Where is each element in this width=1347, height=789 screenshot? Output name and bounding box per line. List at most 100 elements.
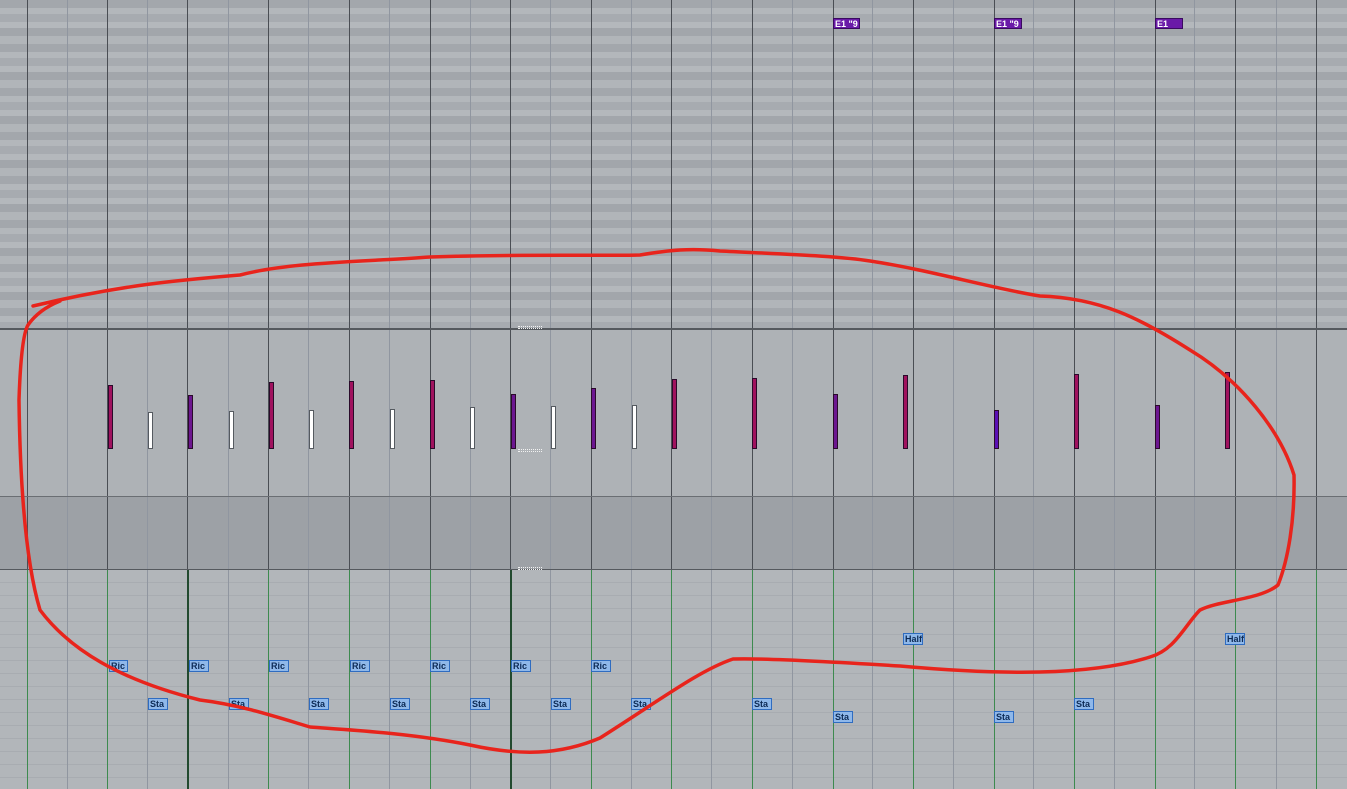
velocity-bar[interactable] (632, 405, 637, 449)
beat-grid-line (1033, 570, 1034, 789)
beat-grid-line (792, 453, 793, 496)
note-block[interactable]: E1 "9 (833, 18, 860, 29)
articulation-block[interactable]: Sta (1074, 698, 1094, 710)
velocity-bar[interactable] (470, 407, 475, 449)
beat-grid-line (711, 453, 712, 496)
beat-grid-line (711, 330, 712, 453)
note-block[interactable]: E1 "9 (994, 18, 1022, 29)
articulation-block[interactable]: Ric (591, 660, 611, 672)
beat-grid-line (470, 0, 471, 328)
beat-grid-line (711, 570, 712, 789)
velocity-bar[interactable] (430, 380, 435, 449)
articulation-block[interactable]: Ric (430, 660, 450, 672)
note-lane[interactable]: E1 "9 E1 "9 E1 (0, 0, 1347, 328)
beat-grid-line (1033, 497, 1034, 569)
beat-grid-line (792, 0, 793, 328)
bar-grid-line (833, 453, 834, 496)
articulation-block[interactable]: Ric (269, 660, 289, 672)
articulation-block[interactable]: Sta (229, 698, 249, 710)
articulation-block[interactable]: Sta (631, 698, 651, 710)
velocity-bar[interactable] (269, 382, 274, 449)
bar-grid-line (1235, 570, 1236, 789)
beat-grid-line (470, 453, 471, 496)
velocity-bar[interactable] (229, 411, 234, 449)
articulation-block[interactable]: Sta (994, 711, 1014, 723)
velocity-bar[interactable] (188, 395, 193, 449)
articulation-block[interactable]: Sta (752, 698, 772, 710)
lane-resize-handle[interactable] (518, 567, 542, 570)
midi-editor: E1 "9 E1 "9 E1 Ric Ric Ric Ric Ric Ric Ric Sta S… (0, 0, 1347, 789)
bar-grid-line (1155, 570, 1156, 789)
articulation-block[interactable]: Sta (551, 698, 571, 710)
controller-lane-shaded[interactable] (0, 496, 1347, 571)
bar-grid-line (752, 497, 753, 569)
bar-grid-line (833, 497, 834, 569)
velocity-bar[interactable] (309, 410, 314, 449)
bar-grid-line (1155, 453, 1156, 496)
beat-grid-line (1276, 453, 1277, 496)
beat-grid-line (1114, 0, 1115, 328)
beat-grid-line (308, 0, 309, 328)
velocity-lane[interactable] (0, 328, 1347, 455)
velocity-bar[interactable] (108, 385, 113, 449)
velocity-bar[interactable] (1225, 372, 1230, 449)
articulation-block[interactable]: Ric (109, 660, 128, 672)
beat-grid-line (1033, 330, 1034, 453)
articulation-block[interactable]: Sta (833, 711, 853, 723)
bar-grid-line (187, 570, 189, 789)
velocity-bar[interactable] (1074, 374, 1079, 449)
velocity-bar[interactable] (994, 410, 999, 449)
velocity-bar[interactable] (752, 378, 757, 449)
bar-grid-line (107, 570, 108, 789)
velocity-bar[interactable] (551, 406, 556, 449)
beat-grid-line (953, 453, 954, 496)
beat-grid-line (1194, 453, 1195, 496)
beat-grid-line (792, 570, 793, 789)
lane-resize-handle[interactable] (518, 326, 542, 329)
bar-grid-line (107, 453, 108, 496)
articulation-block[interactable]: Half (1225, 633, 1245, 645)
bar-grid-line (913, 570, 914, 789)
velocity-bar[interactable] (390, 409, 395, 449)
beat-grid-line (953, 0, 954, 328)
velocity-bar[interactable] (349, 381, 354, 449)
bar-grid-line (430, 453, 431, 496)
beat-grid-line (1114, 570, 1115, 789)
articulation-block[interactable]: Sta (390, 698, 410, 710)
articulation-block[interactable]: Ric (350, 660, 370, 672)
bar-grid-line (671, 453, 672, 496)
beat-grid-line (67, 330, 68, 453)
velocity-bar[interactable] (511, 394, 516, 449)
articulation-block[interactable]: Half (903, 633, 923, 645)
bar-grid-line (994, 497, 995, 569)
articulation-block[interactable]: Sta (148, 698, 168, 710)
bar-grid-line (27, 570, 28, 789)
beat-grid-line (872, 453, 873, 496)
velocity-bar[interactable] (591, 388, 596, 449)
velocity-bar[interactable] (672, 379, 677, 449)
articulation-block[interactable]: Sta (470, 698, 490, 710)
beat-grid-line (1114, 453, 1115, 496)
beat-grid-line (470, 570, 471, 789)
controller-lane[interactable] (0, 453, 1347, 496)
bar-grid-line (268, 0, 269, 328)
velocity-bar[interactable] (148, 412, 153, 449)
beat-grid-line (1276, 570, 1277, 789)
articulation-block[interactable]: Sta (309, 698, 329, 710)
velocity-bar[interactable] (833, 394, 838, 449)
beat-grid-line (711, 0, 712, 328)
velocity-bar[interactable] (903, 375, 908, 449)
note-block[interactable]: E1 (1155, 18, 1183, 29)
beat-grid-line (67, 570, 68, 789)
articulation-block[interactable]: Ric (511, 660, 531, 672)
articulation-block[interactable]: Ric (189, 660, 209, 672)
bar-grid-line (107, 497, 108, 569)
bar-grid-line (349, 570, 350, 789)
velocity-bar[interactable] (1155, 405, 1160, 449)
bar-grid-line (510, 453, 511, 496)
beat-grid-line (67, 0, 68, 328)
beat-grid-line (228, 453, 229, 496)
bar-grid-line (430, 570, 431, 789)
lane-resize-handle[interactable] (518, 449, 542, 452)
articulation-lane[interactable]: Ric Ric Ric Ric Ric Ric Ric Sta Sta Sta Sta Sta Sta S… (0, 570, 1347, 789)
